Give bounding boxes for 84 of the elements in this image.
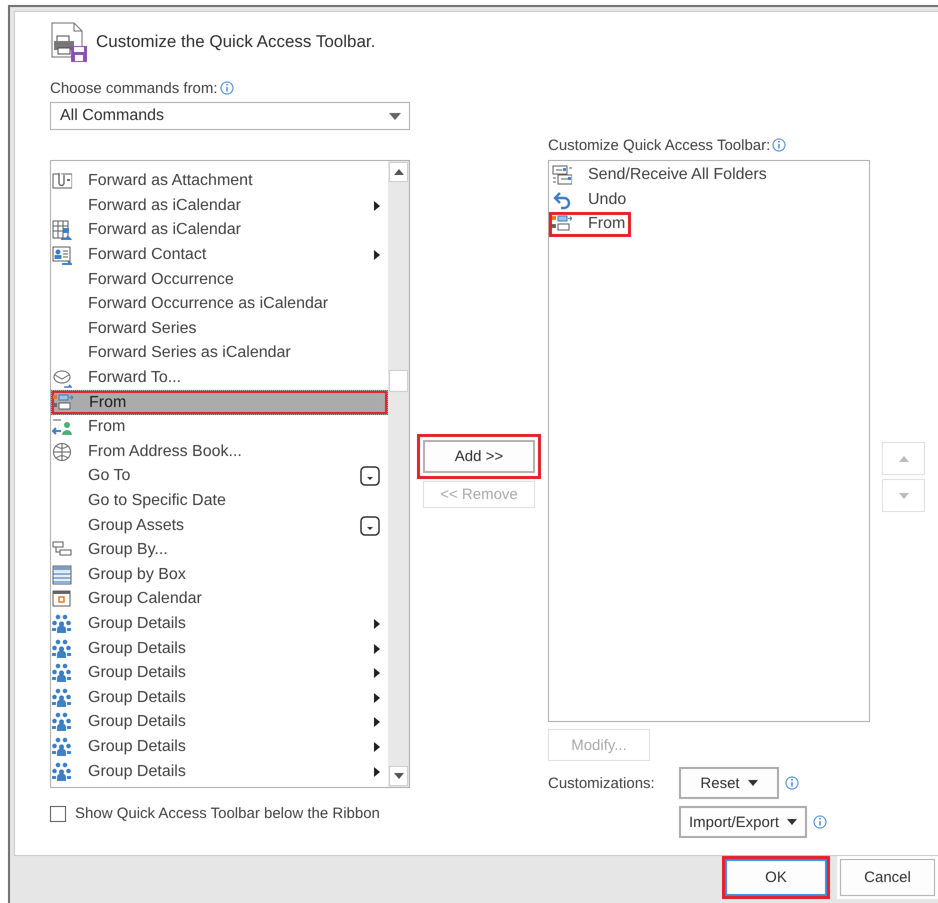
caret-icon bbox=[748, 780, 758, 786]
command-item[interactable]: Group Details bbox=[51, 685, 388, 710]
send-receive-icon bbox=[552, 165, 572, 186]
field-label: Choose commands from: bbox=[50, 80, 218, 96]
command-item[interactable]: Group Details bbox=[51, 612, 388, 636]
down-arrow-icon bbox=[394, 773, 404, 779]
command-item[interactable]: Forward Occurrence as iCalendar bbox=[51, 292, 388, 317]
command-item[interactable]: Forward as Attachment bbox=[51, 169, 388, 194]
command-item[interactable]: Forward To... bbox=[51, 366, 388, 390]
reset-button[interactable]: Reset bbox=[679, 767, 779, 799]
printer-save-icon bbox=[50, 22, 88, 62]
toolbar-item[interactable]: Send/Receive All Folders bbox=[549, 163, 773, 188]
people-icon bbox=[52, 736, 72, 757]
command-item[interactable]: Group By... bbox=[51, 538, 388, 562]
command-item[interactable]: Group by Box bbox=[51, 562, 388, 588]
submenu-arrow-icon bbox=[374, 692, 380, 703]
up-arrow-icon bbox=[394, 169, 404, 175]
scroll-up-button[interactable] bbox=[389, 162, 408, 182]
info-icon bbox=[813, 815, 828, 829]
command-item[interactable]: Forward Occurrence bbox=[51, 267, 388, 292]
commands-dropdown[interactable]: All Commands bbox=[50, 102, 410, 130]
caret-icon bbox=[389, 112, 401, 120]
dropdown-icon bbox=[360, 466, 380, 486]
dropdown-icon bbox=[360, 516, 380, 536]
toolbar-item[interactable]: From bbox=[549, 212, 632, 237]
command-item[interactable]: Group Details bbox=[51, 759, 388, 784]
globe-icon bbox=[52, 442, 72, 462]
command-item[interactable]: Forward Series bbox=[51, 316, 388, 342]
scrollbar-thumb[interactable] bbox=[389, 370, 408, 392]
submenu-arrow-icon bbox=[374, 644, 380, 654]
people-icon bbox=[52, 712, 72, 732]
submenu-arrow-icon bbox=[374, 668, 380, 678]
toolbar-item[interactable]: Undo bbox=[549, 188, 632, 212]
customizations-label: Customizations: bbox=[548, 774, 656, 792]
command-item[interactable]: Group Details bbox=[51, 636, 388, 661]
people-icon bbox=[52, 638, 72, 659]
calendar-arrow-icon bbox=[52, 220, 72, 240]
person-arrow-icon bbox=[52, 417, 72, 438]
cancel-button[interactable]: Cancel bbox=[837, 856, 938, 899]
command-item[interactable]: Forward as iCalendar bbox=[51, 194, 388, 218]
scrollbar[interactable] bbox=[388, 161, 409, 787]
checkbox[interactable] bbox=[50, 806, 66, 822]
people-icon bbox=[52, 614, 72, 634]
command-item[interactable]: Go To bbox=[51, 464, 388, 489]
people-icon bbox=[52, 762, 72, 782]
command-item[interactable]: Group Details bbox=[51, 734, 388, 760]
command-item[interactable]: Forward Series as iCalendar bbox=[51, 341, 388, 366]
info-icon bbox=[772, 138, 786, 152]
info-icon bbox=[785, 776, 799, 790]
command-item[interactable]: From Address Book... bbox=[51, 440, 388, 464]
submenu-arrow-icon bbox=[374, 200, 380, 211]
submenu-arrow-icon bbox=[374, 766, 380, 777]
table-icon bbox=[52, 564, 72, 585]
up-arrow-icon bbox=[898, 456, 908, 462]
down-arrow-icon bbox=[898, 492, 908, 498]
import-export-button[interactable]: Import/Export bbox=[679, 806, 808, 838]
envelope-icon bbox=[52, 368, 72, 388]
paperclip-icon bbox=[52, 171, 72, 192]
submenu-arrow-icon bbox=[374, 717, 380, 728]
command-item[interactable]: Group Calendar bbox=[51, 587, 388, 612]
command-item[interactable]: Forward Contact bbox=[51, 242, 388, 268]
command-item[interactable]: From bbox=[51, 414, 388, 440]
caret-icon bbox=[787, 819, 798, 825]
people-icon bbox=[52, 688, 72, 708]
checkbox-label: Show Quick Access Toolbar below the Ribbon bbox=[75, 805, 380, 822]
submenu-arrow-icon bbox=[374, 250, 380, 260]
undo-icon bbox=[552, 190, 572, 210]
people-icon bbox=[52, 663, 72, 684]
command-item[interactable]: Go to Specific Date bbox=[51, 488, 388, 514]
calendar-icon bbox=[52, 589, 72, 610]
dialog-title: Customize the Quick Access Toolbar. bbox=[96, 32, 376, 52]
command-item[interactable]: Group Details bbox=[51, 660, 388, 686]
command-item[interactable]: Group Details bbox=[51, 710, 388, 735]
add-button[interactable]: Add >> bbox=[417, 434, 541, 479]
command-item[interactable]: Forward as iCalendar bbox=[51, 218, 388, 243]
submenu-arrow-icon bbox=[374, 742, 380, 752]
scroll-down-button[interactable] bbox=[389, 766, 408, 786]
field-label: Customize Quick Access Toolbar: bbox=[548, 136, 770, 154]
contact-card-icon bbox=[52, 245, 72, 266]
submenu-arrow-icon bbox=[374, 618, 380, 629]
command-item[interactable]: From bbox=[51, 390, 388, 415]
ok-button[interactable]: OK bbox=[722, 856, 830, 899]
command-item[interactable]: Group Assets bbox=[51, 513, 388, 538]
info-icon bbox=[220, 81, 234, 95]
